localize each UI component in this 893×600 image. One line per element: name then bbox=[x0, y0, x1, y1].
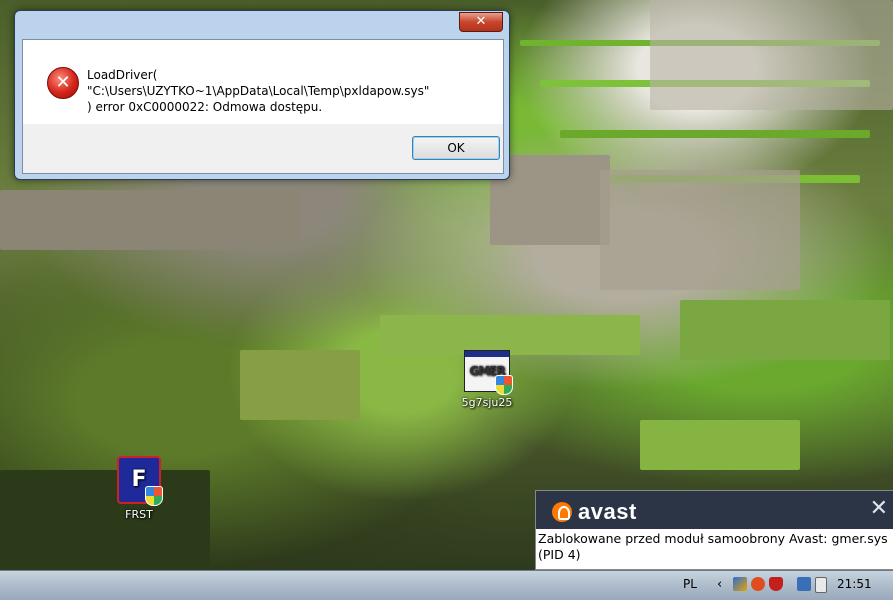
taskbar: PL ‹ 21:51 bbox=[0, 570, 893, 600]
security-shield-icon[interactable] bbox=[769, 577, 783, 591]
uac-shield-icon bbox=[145, 486, 163, 506]
desktop-icon-gmer[interactable]: GMER 5g7sju25 bbox=[450, 350, 524, 409]
error-message-line2: ) error 0xC0000022: Odmowa dostępu. bbox=[87, 100, 323, 114]
uac-shield-icon bbox=[495, 375, 513, 395]
avast-brand-text: avast bbox=[578, 499, 637, 524]
desktop-icon-label: FRST bbox=[125, 508, 153, 521]
dialog-close-button[interactable]: ✕ bbox=[459, 12, 503, 32]
avast-logo-icon bbox=[552, 502, 572, 522]
desktop-icon-frst[interactable]: F FRST bbox=[102, 456, 176, 521]
error-message: LoadDriver( "C:\Users\UZYTKO~1\AppData\L… bbox=[87, 67, 487, 115]
taskbar-clock[interactable]: 21:51 bbox=[837, 577, 872, 591]
tray-app-icon[interactable] bbox=[733, 577, 747, 591]
avast-notification-header: avast ✕ bbox=[536, 491, 893, 529]
dialog-body: ✕ LoadDriver( "C:\Users\UZYTKO~1\AppData… bbox=[22, 39, 504, 174]
volume-icon[interactable] bbox=[815, 577, 827, 593]
avast-tray-icon[interactable] bbox=[751, 577, 765, 591]
frst-app-icon: F bbox=[117, 456, 163, 506]
avast-logo: avast bbox=[552, 499, 637, 525]
network-icon[interactable] bbox=[797, 577, 811, 591]
notification-message: Zablokowane przed moduł samoobrony Avast… bbox=[538, 531, 888, 562]
error-dialog: ✕ ✕ LoadDriver( "C:\Users\UZYTKO~1\AppDa… bbox=[14, 10, 510, 180]
notification-close-button[interactable]: ✕ bbox=[870, 497, 888, 521]
show-hidden-icons-chevron-icon[interactable]: ‹ bbox=[717, 577, 722, 592]
desktop-icon-label: 5g7sju25 bbox=[461, 396, 513, 409]
gmer-app-icon: GMER bbox=[464, 350, 513, 395]
language-indicator[interactable]: PL bbox=[683, 577, 697, 591]
dialog-message-area: ✕ LoadDriver( "C:\Users\UZYTKO~1\AppData… bbox=[23, 40, 503, 124]
error-message-line1: LoadDriver( "C:\Users\UZYTKO~1\AppData\L… bbox=[87, 68, 430, 98]
avast-notification: avast ✕ Zablokowane przed moduł samoobro… bbox=[535, 490, 893, 570]
error-icon: ✕ bbox=[47, 67, 79, 99]
ok-button[interactable]: OK bbox=[412, 136, 500, 160]
system-tray: PL ‹ 21:51 bbox=[673, 571, 893, 600]
